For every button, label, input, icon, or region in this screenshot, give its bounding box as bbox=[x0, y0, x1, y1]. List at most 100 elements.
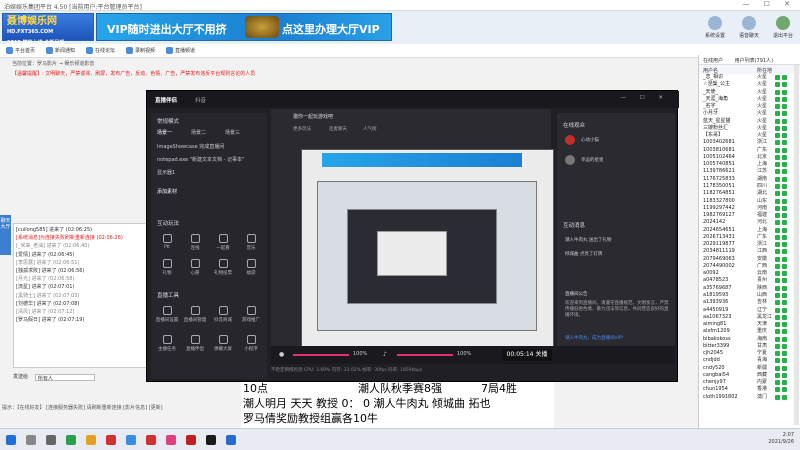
system-tray[interactable]: 2:07 2021/9/26 bbox=[768, 432, 794, 446]
app-icon[interactable] bbox=[206, 435, 216, 445]
user-row[interactable]: cangbai54 西藏 bbox=[699, 372, 800, 379]
user-row[interactable]: aa1067323 黑龙江 bbox=[699, 314, 800, 321]
window-controls[interactable]: — ☐ ✕ bbox=[742, 0, 796, 8]
folder-icon[interactable] bbox=[86, 435, 96, 445]
user-row[interactable]: 2074490002 广西 bbox=[699, 263, 800, 270]
user-row[interactable]: 2029119877 浙江 bbox=[699, 241, 800, 248]
tool-room-manage[interactable]: 直播间管理 bbox=[183, 306, 207, 323]
user-row[interactable]: bitter3399 甘肃 bbox=[699, 343, 800, 350]
scene-mode[interactable]: 常规模式 bbox=[157, 117, 179, 125]
tool-watch[interactable]: 一起看 bbox=[211, 234, 235, 251]
user-row[interactable]: 2024142 河北 bbox=[699, 219, 800, 226]
user-row[interactable]: 1003810681 广东 bbox=[699, 147, 800, 154]
user-row[interactable]: 小月牙 火星 bbox=[699, 110, 800, 117]
source-item[interactable]: 显示器1 bbox=[157, 169, 175, 176]
voice-chat-button[interactable]: 语音聊天 bbox=[734, 14, 764, 42]
scene-tab-3[interactable]: 场景三 bbox=[225, 129, 240, 136]
app-icon[interactable] bbox=[66, 435, 76, 445]
app-icon[interactable] bbox=[166, 435, 176, 445]
user-row[interactable]: a4450919 辽宁 bbox=[699, 307, 800, 314]
user-row[interactable]: 蓝天_星星猫 火星 bbox=[699, 118, 800, 125]
user-row[interactable]: 2026713431 广东 bbox=[699, 234, 800, 241]
room-tag[interactable]: 人气榜 bbox=[363, 126, 377, 132]
taskview-icon[interactable] bbox=[46, 435, 56, 445]
side-tab[interactable]: 聊天大厅 bbox=[0, 215, 11, 255]
user-row[interactable]: cjh2045 宁夏 bbox=[699, 350, 800, 357]
tool-miniapp[interactable]: 小程序 bbox=[239, 335, 263, 352]
app-icon[interactable] bbox=[186, 435, 196, 445]
mic-volume-slider[interactable] bbox=[293, 354, 349, 356]
user-row[interactable]: cndjdd 青海 bbox=[699, 357, 800, 364]
user-row[interactable]: ☆涅槃_公主 火星 bbox=[699, 81, 800, 88]
user-row[interactable]: _天使_ 火星 bbox=[699, 89, 800, 96]
user-row[interactable]: a0478523 贵州 bbox=[699, 277, 800, 284]
user-row[interactable]: 1199297442 河南 bbox=[699, 205, 800, 212]
room-tag[interactable]: 连麦聊天 bbox=[329, 126, 347, 132]
source-item[interactable]: ImageShowcase 完成直播间 bbox=[157, 143, 224, 150]
user-list-scrollbar[interactable] bbox=[794, 65, 799, 425]
add-source-button[interactable]: 添加素材 bbox=[157, 188, 177, 195]
toolbar-news[interactable]: 新闻通知 bbox=[46, 47, 75, 54]
system-settings-button[interactable]: 系统设置 bbox=[700, 14, 730, 42]
user-row[interactable]: a35769687 陕西 bbox=[699, 285, 800, 292]
speaker-volume-slider[interactable] bbox=[397, 354, 453, 356]
user-row[interactable]: 1176725833 湖南 bbox=[699, 176, 800, 183]
scene-tab-1[interactable]: 场景一 bbox=[157, 129, 172, 136]
live-stop-button[interactable]: 00:05:14 关播 bbox=[502, 349, 552, 361]
tool-game-promo[interactable]: 游戏推广 bbox=[239, 306, 263, 323]
app-icon[interactable] bbox=[146, 435, 156, 445]
live-app-window-controls[interactable]: — ☐ ✕ bbox=[620, 95, 669, 101]
user-row[interactable]: 1003402681 浙江 bbox=[699, 139, 800, 146]
user-row[interactable]: _天涯_海角 火星 bbox=[699, 96, 800, 103]
user-row[interactable]: 1005102464 北京 bbox=[699, 154, 800, 161]
user-row[interactable]: 1139786621 江苏 bbox=[699, 168, 800, 175]
toolbar-forum[interactable]: 在线论坛 bbox=[86, 47, 115, 54]
say-target-select[interactable]: 所有人 bbox=[35, 374, 95, 382]
start-icon[interactable] bbox=[6, 435, 16, 445]
speaker-icon[interactable]: ♪ bbox=[383, 351, 387, 358]
user-list[interactable]: _恋_相识 火星 ☆涅槃_公主 火星 _天使_ 火星 _天涯_海角 火星 _名字_ 火星 小月牙 火星… bbox=[699, 74, 800, 401]
toolbar-home[interactable]: 平台首页 bbox=[6, 47, 35, 54]
site-logo[interactable]: 聂博娱乐网 HD.FXT365.COM 2015 精彩上线 全新呈现 bbox=[2, 13, 94, 46]
tool-tasks[interactable]: 主播任务 bbox=[155, 335, 179, 352]
tool-room-settings[interactable]: 直播间设置 bbox=[155, 306, 179, 323]
exit-button[interactable]: 退出平台 bbox=[768, 14, 798, 42]
user-row[interactable]: 2079469063 安徽 bbox=[699, 256, 800, 263]
user-row[interactable]: cloth1991802 澳门 bbox=[699, 394, 800, 401]
app-icon[interactable] bbox=[106, 435, 116, 445]
user-row[interactable]: 1982769127 福建 bbox=[699, 212, 800, 219]
user-row[interactable]: bibakokoss 海南 bbox=[699, 336, 800, 343]
user-row[interactable]: 2034811119 江西 bbox=[699, 248, 800, 255]
tool-gift[interactable]: 礼物 bbox=[155, 259, 179, 276]
tool-music[interactable]: 音乐 bbox=[239, 234, 263, 251]
user-row[interactable]: 1183327800 山东 bbox=[699, 198, 800, 205]
tab-online-users[interactable]: 在线用户 bbox=[703, 58, 723, 64]
tab-user-list[interactable]: 用户列表(791人) bbox=[735, 58, 773, 64]
user-row[interactable]: chenjy97 内蒙 bbox=[699, 379, 800, 386]
tool-wish[interactable]: 心愿 bbox=[183, 259, 207, 276]
user-row[interactable]: aiming81 天津 bbox=[699, 321, 800, 328]
mic-icon[interactable]: ● bbox=[279, 351, 284, 358]
tool-danmaku[interactable]: 弹幕大屏 bbox=[211, 335, 235, 352]
vip-banner[interactable]: VIP随时进出大厅不用挤 点这里办理大厅VIP bbox=[96, 13, 392, 41]
user-row[interactable]: chun1954 香港 bbox=[699, 386, 800, 393]
user-row[interactable]: a1819593 山西 bbox=[699, 292, 800, 299]
source-item[interactable]: notepad.exe "新建文本文档 - 记事本" bbox=[157, 156, 244, 163]
user-row[interactable]: alxfm1209 重庆 bbox=[699, 328, 800, 335]
tool-companion[interactable]: 直播伴侣 bbox=[183, 335, 207, 352]
tool-pk[interactable]: PK bbox=[155, 234, 179, 250]
user-row[interactable]: 【东哥】 火星 bbox=[699, 132, 800, 139]
tool-luckybag[interactable]: 福袋 bbox=[239, 259, 263, 276]
scene-tab-2[interactable]: 场景二 bbox=[191, 129, 206, 136]
tool-gift-vote[interactable]: 礼物投票 bbox=[211, 259, 235, 276]
user-row[interactable]: 1178350051 四川 bbox=[699, 183, 800, 190]
app-icon[interactable] bbox=[126, 435, 136, 445]
user-row[interactable]: cndy520 新疆 bbox=[699, 365, 800, 372]
toolbar-live[interactable]: 直播频道 bbox=[166, 47, 195, 54]
tool-link[interactable]: 连线 bbox=[183, 234, 207, 251]
toolbar-record[interactable]: 录制视频 bbox=[126, 47, 155, 54]
user-row[interactable]: 2024654651 上海 bbox=[699, 227, 800, 234]
user-row[interactable]: 1005740851 上海 bbox=[699, 161, 800, 168]
search-icon[interactable] bbox=[26, 435, 36, 445]
room-tag[interactable]: 更多玩法 bbox=[293, 126, 311, 132]
